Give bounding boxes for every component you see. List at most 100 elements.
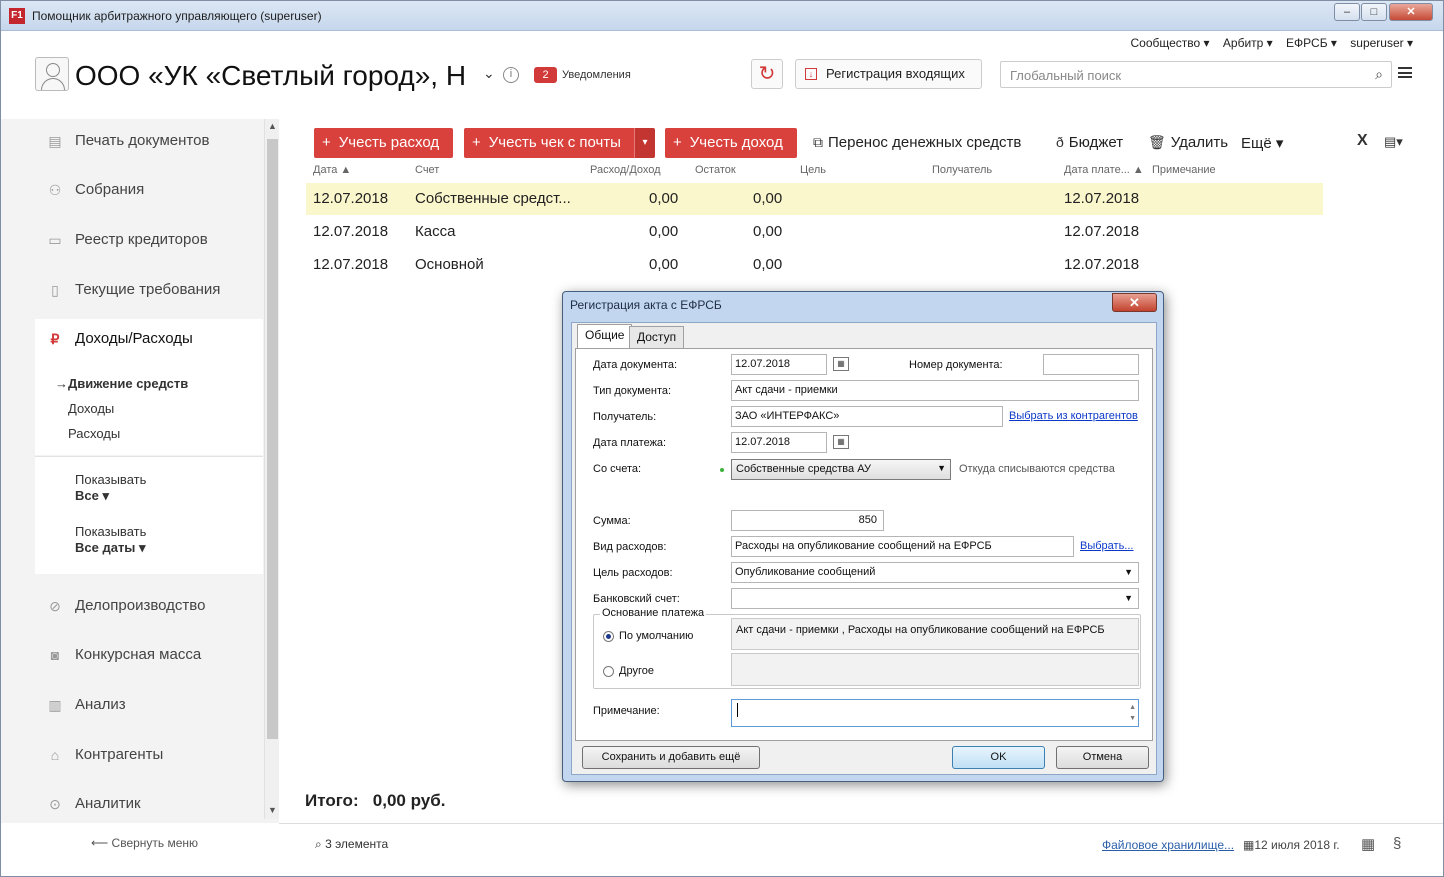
check-mail-button[interactable]: + Учесть чек с почты — [464, 128, 634, 158]
choose-counterparty-link[interactable]: Выбрать из контрагентов — [1009, 410, 1138, 422]
calendar-icon: ▦ — [1243, 838, 1255, 852]
sidebar-item-analysis[interactable]: ▥ Анализ — [35, 685, 263, 725]
maximize-button[interactable]: □ — [1361, 3, 1387, 21]
sidebar-item-counterparties[interactable]: ⌂ Контрагенты — [35, 735, 263, 775]
sidebar-item-print-docs[interactable]: ▤ Печать документов — [35, 121, 263, 161]
transfer-button[interactable]: ⧉ Перенос денежных средств — [813, 134, 1021, 151]
cancel-button[interactable]: Отмена — [1056, 746, 1149, 769]
register-incoming-button[interactable]: ↓ Регистрация входящих — [795, 59, 982, 89]
collapse-menu-button[interactable]: ⟵ Свернуть меню — [91, 836, 198, 850]
basis-other-radio[interactable] — [603, 666, 614, 677]
col-balance[interactable]: Остаток — [695, 164, 736, 176]
scroll-thumb[interactable] — [267, 139, 278, 739]
submenu-cash-flow[interactable]: Движение средств — [68, 376, 188, 391]
columns-settings-icon[interactable]: ▤▾ — [1384, 134, 1403, 150]
notifications-badge[interactable]: 2 — [534, 67, 557, 83]
add-expense-button[interactable]: + Учесть расход — [314, 128, 453, 158]
cell-account: Основной — [415, 256, 484, 273]
basis-default-radio[interactable] — [603, 631, 614, 642]
doc-date-input[interactable]: 12.07.2018 — [731, 354, 827, 375]
scroll-down-icon[interactable]: ▼ — [268, 805, 277, 815]
col-account[interactable]: Счет — [415, 164, 439, 176]
col-note[interactable]: Примечание — [1152, 164, 1216, 176]
tab-general[interactable]: Общие — [577, 324, 633, 349]
check-mail-dropdown[interactable]: ▾ — [634, 128, 655, 158]
bank-icon: ⌂ — [50, 747, 60, 763]
bar-chart-icon: ▥ — [48, 697, 62, 713]
col-recipient[interactable]: Получатель — [932, 164, 992, 176]
register-incoming-label: Регистрация входящих — [826, 66, 965, 81]
notifications-label[interactable]: Уведомления — [562, 69, 631, 81]
cell-amount: 0,00 — [649, 256, 679, 273]
calendar-icon[interactable]: ▦ — [833, 357, 849, 371]
from-account-value: Собственные средства АУ — [736, 463, 872, 475]
more-button[interactable]: Ещё ▾ — [1241, 134, 1283, 152]
calculator-icon[interactable]: ▦ — [1361, 835, 1375, 853]
sidebar-item-creditors[interactable]: ▭ Реестр кредиторов — [35, 220, 263, 260]
topnav-user[interactable]: superuser ▾ — [1350, 36, 1413, 50]
global-search-placeholder: Глобальный поиск — [1010, 68, 1122, 83]
file-storage-link[interactable]: Файловое хранилище... — [1102, 838, 1234, 852]
refresh-button[interactable]: ↻ — [751, 59, 783, 89]
submenu-income[interactable]: Доходы — [68, 401, 114, 416]
delete-button[interactable]: 🗑 Удалить — [1148, 134, 1228, 151]
basis-other-input[interactable] — [731, 653, 1139, 686]
choose-expense-link[interactable]: Выбрать... — [1080, 540, 1133, 552]
from-account-select[interactable]: Собственные средства АУ ▼ — [731, 459, 951, 480]
filter-all-dates[interactable]: Все даты ▾ — [75, 540, 146, 556]
sidebar-item-income-expense[interactable]: ₽ Доходы/Расходы — [35, 319, 263, 359]
expense-type-input[interactable]: Расходы на опубликование сообщений на ЕФ… — [731, 536, 1074, 557]
download-icon: ↓ — [805, 68, 817, 80]
table-row[interactable]: 12.07.2018 Касса 0,00 0,00 12.07.2018 — [306, 216, 1323, 248]
doc-number-input[interactable] — [1043, 354, 1139, 375]
calendar-icon[interactable]: ▦ — [833, 435, 849, 449]
table-row[interactable]: 12.07.2018 Основной 0,00 0,00 12.07.2018 — [306, 249, 1323, 281]
save-and-add-button[interactable]: Сохранить и добавить ещё — [582, 746, 760, 769]
info-icon[interactable]: i — [503, 67, 519, 83]
close-window-button[interactable]: ✕ — [1389, 3, 1433, 21]
col-date[interactable]: Дата ▲ — [313, 164, 351, 176]
col-amount[interactable]: Расход/Доход — [590, 164, 661, 176]
topnav-efrsb[interactable]: ЕФРСБ ▾ — [1286, 36, 1337, 50]
note-textarea[interactable]: ▲ ▼ — [731, 699, 1139, 727]
recipient-input[interactable]: ЗАО «ИНТЕРФАКС» — [731, 406, 1003, 427]
org-name[interactable]: ООО «УК «Светлый город», Н — [75, 60, 466, 92]
tab-access[interactable]: Доступ — [629, 326, 685, 348]
budget-button[interactable]: ð Бюджет — [1056, 134, 1123, 151]
pay-date-input[interactable]: 12.07.2018 — [731, 432, 827, 453]
spin-icon[interactable]: ▲ ▼ — [1129, 702, 1136, 724]
cell-balance: 0,00 — [753, 256, 783, 273]
sidebar-item-analyst[interactable]: ⊙ Аналитик — [35, 784, 263, 824]
text-caret — [737, 703, 738, 717]
filter-show-all[interactable]: Все ▾ — [75, 488, 109, 504]
excel-icon[interactable]: X — [1357, 132, 1368, 150]
ok-button[interactable]: OK — [952, 746, 1045, 769]
topnav-community[interactable]: Сообщество ▾ — [1130, 36, 1209, 50]
sidebar-item-records[interactable]: ⊘ Делопроизводство — [35, 586, 263, 626]
law-section-icon[interactable]: § — [1393, 835, 1401, 852]
menu-icon[interactable] — [1398, 67, 1412, 78]
expense-goal-select[interactable]: Опубликование сообщений ▼ — [731, 562, 1139, 583]
sidebar-item-estate[interactable]: ◙ Конкурсная масса — [35, 635, 263, 675]
doc-type-input[interactable]: Акт сдачи - приемки — [731, 380, 1139, 401]
scroll-up-icon[interactable]: ▲ — [268, 121, 277, 131]
global-search-input[interactable]: Глобальный поиск ⌕ — [1000, 61, 1392, 88]
avatar-icon[interactable] — [35, 57, 69, 91]
search-icon[interactable]: ⌕ — [1375, 66, 1383, 83]
minimize-button[interactable]: – — [1334, 3, 1360, 21]
total-value: 0,00 руб. — [372, 791, 446, 810]
bank-account-select[interactable]: ▼ — [731, 588, 1139, 609]
topnav-arbiter[interactable]: Арбитр ▾ — [1223, 36, 1273, 50]
add-income-button[interactable]: + Учесть доход — [665, 128, 797, 158]
submenu-expense[interactable]: Расходы — [68, 426, 120, 441]
dialog-close-button[interactable]: ✕ — [1112, 293, 1157, 312]
search-icon[interactable]: ⌕ — [315, 837, 325, 851]
sidebar-scrollbar[interactable]: ▲ ▼ — [264, 119, 279, 819]
chevron-down-icon[interactable]: ⌄ — [483, 65, 495, 82]
col-goal[interactable]: Цель — [800, 164, 826, 176]
sidebar-item-current-claims[interactable]: ▯ Текущие требования — [35, 270, 263, 310]
sidebar-item-meetings[interactable]: ⚇ Собрания — [35, 170, 263, 210]
table-row[interactable]: 12.07.2018 Собственные средст... 0,00 0,… — [306, 183, 1323, 215]
col-paydate[interactable]: Дата плате... ▲ — [1064, 164, 1144, 176]
sum-input[interactable]: 850 — [731, 510, 884, 531]
